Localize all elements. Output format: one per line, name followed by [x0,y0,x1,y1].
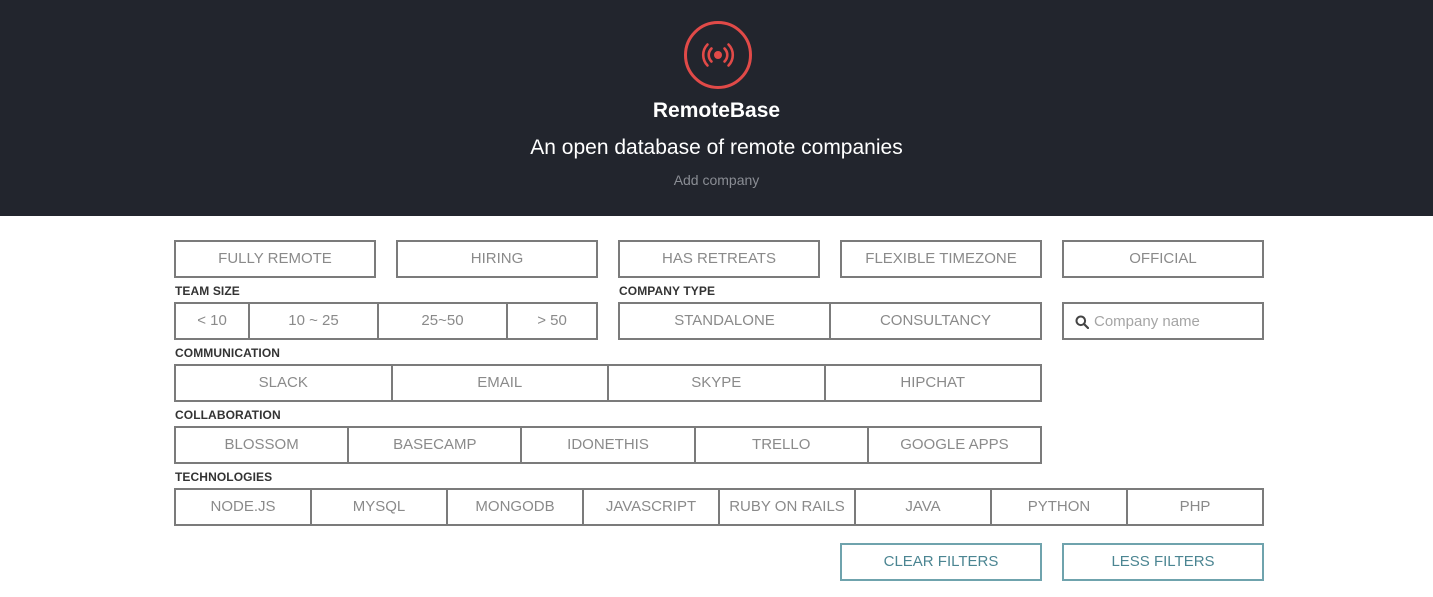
site-tagline: An open database of remote companies [530,136,903,159]
company-name-input[interactable] [1094,306,1254,336]
communication-group: SLACK EMAIL SKYPE HIPCHAT [174,364,1042,402]
communication-option[interactable]: EMAIL [390,366,608,400]
filter-fully-remote-button[interactable]: FULLY REMOTE [174,240,376,278]
collaboration-label: COLLABORATION [175,408,281,422]
site-header: RemoteBase An open database of remote co… [0,0,1433,216]
company-type-option[interactable]: STANDALONE [620,304,829,338]
company-search[interactable] [1062,302,1264,340]
technologies-group: NODE.JS MYSQL MONGODB JAVASCRIPT RUBY ON… [174,488,1264,526]
technology-option[interactable]: RUBY ON RAILS [718,490,854,524]
company-type-option[interactable]: CONSULTANCY [829,304,1040,338]
clear-filters-button[interactable]: CLEAR FILTERS [840,543,1042,581]
technology-option[interactable]: PHP [1126,490,1262,524]
communication-option[interactable]: HIPCHAT [823,366,1041,400]
team-size-option[interactable]: 10 ~ 25 [248,304,377,338]
collaboration-option[interactable]: TRELLO [693,428,867,462]
team-size-option[interactable]: < 10 [176,304,248,338]
communication-label: COMMUNICATION [175,346,281,360]
team-size-option[interactable]: > 50 [506,304,596,338]
filter-flexible-timezone-button[interactable]: FLEXIBLE TIMEZONE [840,240,1042,278]
technology-option[interactable]: NODE.JS [176,490,310,524]
collaboration-option[interactable]: BLOSSOM [176,428,347,462]
communication-option[interactable]: SLACK [176,366,391,400]
technology-option[interactable]: JAVA [854,490,990,524]
collaboration-option[interactable]: IDONETHIS [520,428,693,462]
filter-official-button[interactable]: OFFICIAL [1062,240,1264,278]
broadcast-icon[interactable] [684,21,752,89]
team-size-label: TEAM SIZE [175,284,240,298]
technologies-label: TECHNOLOGIES [175,470,273,484]
add-company-link[interactable]: Add company [0,172,1433,188]
collaboration-option[interactable]: BASECAMP [347,428,520,462]
company-type-group: STANDALONE CONSULTANCY [618,302,1042,340]
company-type-label: COMPANY TYPE [619,284,716,298]
technology-option[interactable]: MYSQL [310,490,446,524]
less-filters-button[interactable]: LESS FILTERS [1062,543,1264,581]
technology-option[interactable]: JAVASCRIPT [582,490,718,524]
filter-has-retreats-button[interactable]: HAS RETREATS [618,240,820,278]
collaboration-option[interactable]: GOOGLE APPS [866,428,1040,462]
filter-hiring-button[interactable]: HIRING [396,240,598,278]
technology-option[interactable]: MONGODB [446,490,582,524]
communication-option[interactable]: SKYPE [607,366,824,400]
collaboration-group: BLOSSOM BASECAMP IDONETHIS TRELLO GOOGLE… [174,426,1042,464]
team-size-group: < 10 10 ~ 25 25~50 > 50 [174,302,598,340]
search-icon [1075,315,1090,334]
team-size-option[interactable]: 25~50 [377,304,506,338]
technology-option[interactable]: PYTHON [990,490,1126,524]
site-title: RemoteBase [652,99,781,122]
